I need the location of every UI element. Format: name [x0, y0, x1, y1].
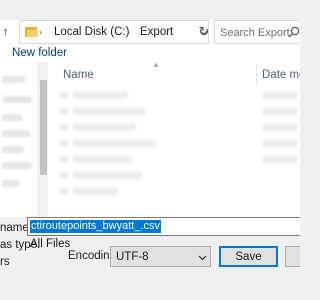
file-row[interactable] [60, 108, 68, 115]
nav-item[interactable] [2, 114, 22, 121]
file-name-value[interactable]: ctiroutepoints_bwyatt_.csv [30, 220, 162, 233]
file-row[interactable] [60, 156, 68, 163]
file-list[interactable]: ▲ Name Date modi [48, 62, 300, 217]
folder-icon [25, 26, 39, 37]
save-button[interactable]: Save [219, 246, 278, 267]
file-row[interactable] [72, 140, 156, 147]
nav-item[interactable] [2, 96, 32, 103]
file-row[interactable] [60, 188, 68, 195]
file-row[interactable] [72, 108, 146, 115]
file-date [262, 124, 298, 131]
file-row[interactable] [72, 188, 118, 195]
nav-item[interactable] [2, 146, 24, 153]
nav-item[interactable] [2, 180, 20, 187]
address-bar-row: ↑ › Local Disk (C:) › Export ↻ Search Ex… [0, 20, 300, 44]
file-row[interactable] [72, 172, 142, 179]
new-folder-button[interactable]: New folder [12, 46, 67, 60]
toolbar: New folder [0, 44, 300, 62]
file-row[interactable] [60, 92, 68, 99]
breadcrumb-separator: › [39, 27, 42, 37]
nav-item[interactable] [2, 76, 26, 83]
save-button-label: Save [235, 251, 262, 263]
breadcrumb-local-disk[interactable]: Local Disk (C:) [54, 25, 129, 39]
search-icon [288, 26, 300, 38]
hide-folders-toggle[interactable]: rs [0, 255, 10, 269]
address-box[interactable]: › Local Disk (C:) › Export [19, 20, 209, 44]
file-row[interactable] [72, 92, 128, 99]
column-divider[interactable] [256, 64, 257, 84]
encoding-dropdown[interactable]: UTF-8 [110, 246, 211, 267]
column-header-date-modified[interactable]: Date modi [262, 68, 300, 82]
save-type-value: All Files [30, 238, 71, 250]
file-date [262, 108, 298, 115]
search-placeholder: Search Export [220, 27, 290, 39]
file-date [262, 140, 298, 147]
file-row[interactable] [60, 140, 68, 147]
file-row[interactable] [72, 156, 132, 163]
file-date [262, 92, 298, 99]
breadcrumb-separator: › [127, 27, 130, 37]
encoding-value: UTF-8 [116, 251, 149, 263]
file-row[interactable] [72, 124, 136, 131]
breadcrumb-export[interactable]: Export [140, 25, 173, 39]
nav-scrollbar[interactable] [38, 62, 48, 217]
file-row[interactable] [60, 172, 68, 179]
cancel-button[interactable] [285, 246, 300, 267]
nav-scroll-thumb[interactable] [40, 80, 47, 175]
refresh-icon[interactable]: ↻ [197, 25, 211, 39]
nav-item[interactable] [2, 130, 30, 137]
file-name-field[interactable]: ctiroutepoints_bwyatt_.csv [27, 217, 300, 236]
chevron-down-icon [198, 255, 207, 261]
up-arrow-icon[interactable]: ↑ [2, 24, 14, 40]
file-date [262, 156, 298, 163]
search-input[interactable]: Search Export [214, 20, 300, 44]
nav-item[interactable] [2, 162, 32, 169]
column-header-name[interactable]: Name [63, 68, 94, 82]
file-row[interactable] [60, 124, 68, 131]
sort-arrow-icon: ▲ [152, 62, 160, 69]
